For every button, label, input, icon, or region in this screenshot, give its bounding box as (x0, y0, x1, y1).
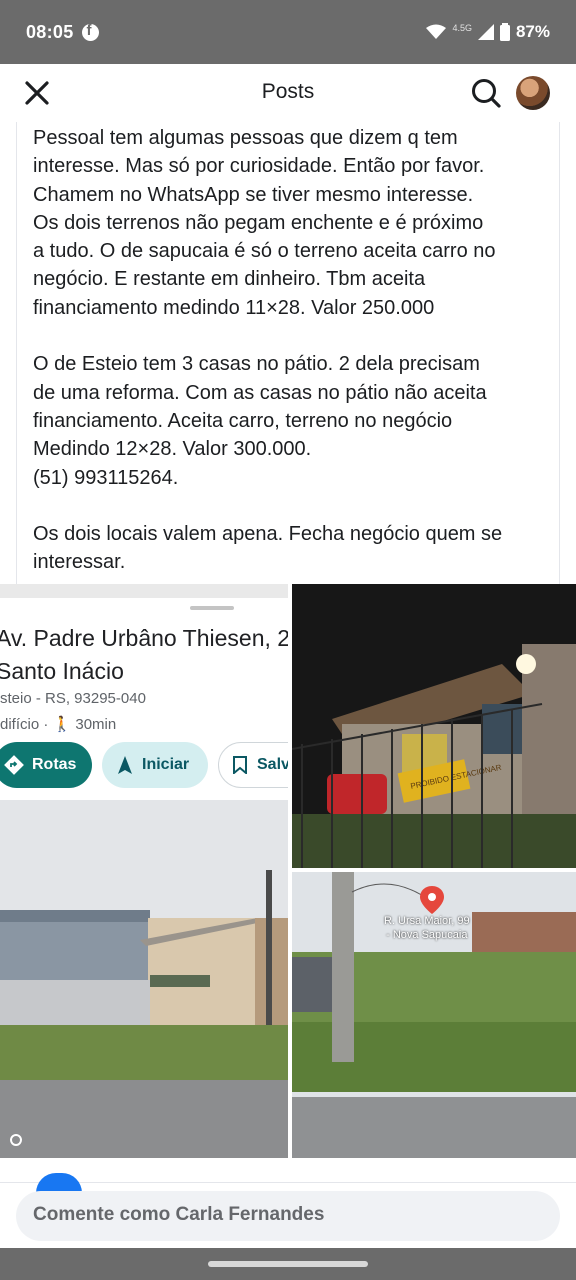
post-text: Pessoal tem algumas pessoas que dizem q … (33, 127, 503, 574)
status-icons: 4.5G 87% (426, 22, 550, 42)
bookmark-icon (233, 756, 247, 774)
directions-icon (4, 755, 24, 775)
map-strip (0, 584, 288, 598)
maps-iniciar-label: Iniciar (142, 756, 190, 773)
street-view-image (0, 800, 288, 1158)
comment-input[interactable]: Comente como Carla Fernandes (16, 1191, 560, 1241)
clock: 08:05 (26, 21, 74, 42)
drag-handle (190, 606, 234, 610)
night-house-photo[interactable]: PROIBIDO ESTACIONAR (292, 584, 576, 868)
location-badge: R. Ursa Maior, 99 - Nova Sapucaia (384, 914, 470, 942)
facebook-notification-icon (81, 22, 99, 41)
battery-level: 87% (515, 22, 550, 41)
location-pin-icon (420, 886, 444, 914)
maps-rotas-button: Rotas (0, 742, 92, 788)
maps-city: steio - RS, 93295-040 (0, 690, 146, 707)
maps-address: Av. Padre Urbâno Thiesen, 2 Santo Inácio (0, 622, 288, 687)
maps-address-line2: Santo Inácio (0, 658, 124, 684)
vacant-lot-photo[interactable]: R. Ursa Maior, 99 - Nova Sapucaia (292, 872, 576, 1158)
wifi-icon (426, 24, 447, 39)
maps-salvar-label: Salv (257, 756, 288, 773)
home-gesture-pill[interactable] (208, 1261, 368, 1267)
navigation-arrow-icon (118, 756, 132, 774)
post-content: Pessoal tem algumas pessoas que dizem q … (16, 122, 560, 584)
maps-iniciar-button: Iniciar (102, 742, 208, 788)
maps-address-line1: Av. Padre Urbâno Thiesen, 2 (0, 625, 288, 651)
maps-rotas-label: Rotas (32, 756, 77, 773)
posts-header: Posts (0, 64, 576, 122)
post-photo-grid: Av. Padre Urbâno Thiesen, 2 Santo Inácio… (0, 584, 576, 1162)
location-badge-street: R. Ursa Maior, 99 (384, 915, 470, 927)
status-bar: 08:05 4.5G 87% (0, 0, 576, 64)
reaction-avatar (36, 1173, 82, 1193)
system-navigation-bar (0, 1248, 576, 1280)
maps-meta: difício · 🚶 30min (0, 716, 117, 733)
location-badge-neighborhood: - Nova Sapucaia (386, 929, 468, 941)
signal-icon (477, 24, 494, 40)
comment-composer: Comente como Carla Fernandes (0, 1173, 576, 1248)
battery-icon (499, 23, 510, 41)
profile-avatar[interactable] (516, 76, 550, 110)
maps-salvar-button: Salv (218, 742, 288, 788)
maps-screenshot-photo[interactable]: Av. Padre Urbâno Thiesen, 2 Santo Inácio… (0, 584, 288, 1158)
network-type-label: 4.5G (452, 23, 472, 33)
search-icon[interactable] (470, 77, 502, 109)
